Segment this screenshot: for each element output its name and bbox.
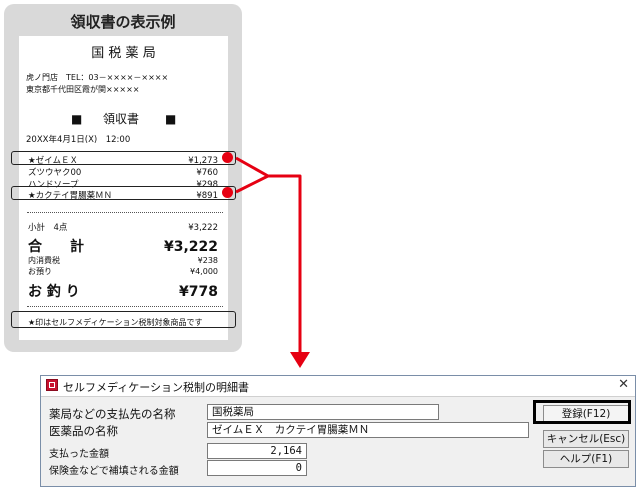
payee-label: 薬局などの支払先の名称 [49,407,176,421]
paid-label: 支払った金額 [49,449,109,460]
callout-arrow-stem [268,174,302,353]
highlight-dot [222,187,233,198]
dialog-title: セルフメディケーション税制の明細書 [63,381,250,394]
highlight-dot [222,152,233,163]
callout-arrow-head [290,352,310,368]
dialog-titlebar: セルフメディケーション税制の明細書 ✕ [41,376,635,397]
close-icon[interactable]: ✕ [618,377,629,392]
drug-label: 医薬品の名称 [49,424,118,438]
insurance-label: 保険金などで補填される金額 [49,466,179,477]
help-button[interactable]: ヘルプ(F1) [543,450,629,468]
cancel-button[interactable]: キャンセル(Esc) [543,430,629,448]
callout-arrow-branch [235,156,270,194]
insurance-amount-field[interactable]: 0 [207,460,307,476]
register-button-highlight [533,400,631,424]
self-medication-dialog: セルフメディケーション税制の明細書 ✕ 薬局などの支払先の名称 国税薬局 医薬品… [40,375,636,487]
paid-amount-field[interactable]: 2,164 [207,443,307,459]
drug-field[interactable]: ゼイムＥＸ カクテイ胃腸薬ＭＮ [207,422,529,438]
payee-field[interactable]: 国税薬局 [207,404,439,420]
app-icon [46,379,58,391]
